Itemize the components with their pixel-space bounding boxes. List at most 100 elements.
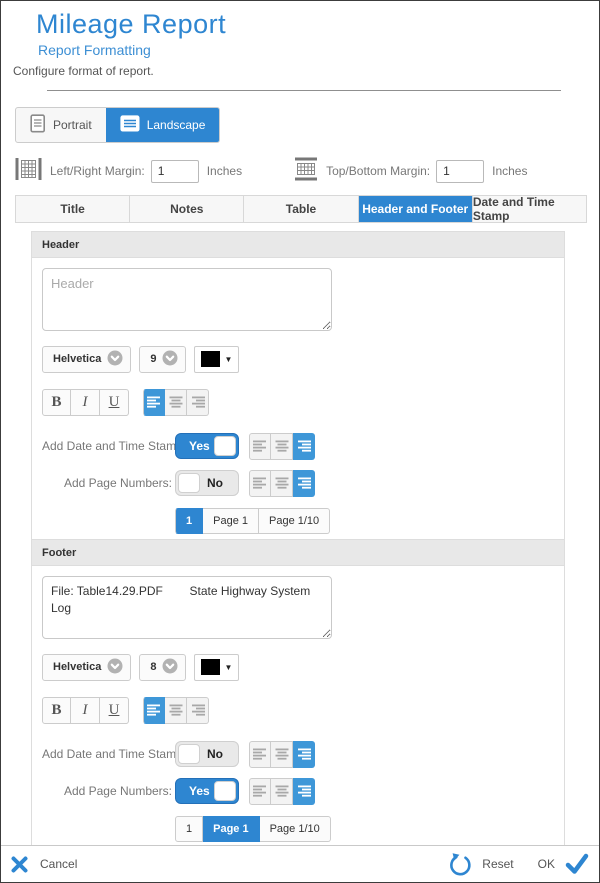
footer-date-stamp-toggle[interactable]: No: [175, 741, 239, 767]
footer-date-stamp-align-left-button[interactable]: [249, 741, 271, 768]
footer-font-size-value: 8: [150, 661, 156, 673]
tab-title[interactable]: Title: [16, 196, 130, 222]
header-align-left-button[interactable]: [143, 389, 165, 416]
landscape-page-icon: [120, 114, 140, 136]
footer-font-family-select[interactable]: Helvetica: [42, 654, 131, 681]
footer-italic-button[interactable]: I: [71, 697, 100, 724]
header-page-numbers-toggle[interactable]: No: [175, 470, 239, 496]
action-bar: Cancel Reset OK: [1, 845, 599, 882]
left-right-margin-label: Left/Right Margin:: [50, 164, 145, 178]
header-align-right-button[interactable]: [187, 389, 209, 416]
tab-date-time-stamp[interactable]: Date and Time Stamp: [473, 196, 586, 222]
footer-page-format-page-n-button[interactable]: Page 1: [203, 816, 259, 842]
header-page-format-group: 1 Page 1 Page 1/10: [175, 508, 554, 534]
toggle-knob: [214, 436, 236, 456]
header-text-input[interactable]: [42, 268, 332, 331]
header-page-numbers-align-right-button[interactable]: [293, 470, 315, 497]
header-font-size-value: 9: [150, 353, 156, 365]
header-font-family-value: Helvetica: [53, 353, 101, 365]
margins-row: Left/Right Margin: Inches Top/Bottom Mar…: [15, 157, 527, 185]
caret-down-icon: ▼: [224, 355, 232, 364]
footer-page-format-group: 1 Page 1 Page 1/10: [175, 816, 554, 842]
left-right-margin-icon: [15, 158, 42, 185]
header-font-family-select[interactable]: Helvetica: [42, 346, 131, 373]
toggle-state-text: No: [207, 747, 223, 761]
footer-page-numbers-align-center-button[interactable]: [271, 778, 293, 805]
toggle-state-text: Yes: [189, 784, 210, 798]
footer-page-numbers-align-left-button[interactable]: [249, 778, 271, 805]
header-date-stamp-label: Add Date and Time Stamp:: [42, 439, 172, 453]
footer-page-numbers-row: Add Page Numbers: Yes: [42, 777, 554, 805]
header-page-format-page-n-button[interactable]: Page 1: [203, 508, 259, 534]
header-page-numbers-row: Add Page Numbers: No: [42, 469, 554, 497]
chevron-down-icon: [107, 658, 123, 677]
footer-section-title: Footer: [32, 540, 564, 566]
ok-check-icon[interactable]: [565, 853, 589, 875]
chevron-down-icon: [107, 350, 123, 369]
footer-page-numbers-label: Add Page Numbers:: [42, 784, 172, 798]
footer-date-stamp-align-center-button[interactable]: [271, 741, 293, 768]
portrait-button[interactable]: Portrait: [16, 108, 106, 142]
header-page-format-number-button[interactable]: 1: [175, 508, 203, 534]
landscape-label: Landscape: [147, 118, 206, 132]
footer-date-stamp-row: Add Date and Time Stamp: No: [42, 740, 554, 768]
top-bottom-margin-label: Top/Bottom Margin:: [326, 164, 430, 178]
footer-font-color-picker[interactable]: ▼: [194, 654, 239, 681]
top-bottom-margin-input[interactable]: [436, 160, 484, 183]
footer-font-row: Helvetica 8 ▼: [42, 653, 554, 681]
header-italic-button[interactable]: I: [71, 389, 100, 416]
tab-header-and-footer[interactable]: Header and Footer: [359, 196, 473, 222]
header-style-row: B I U: [42, 388, 554, 416]
header-date-stamp-align-right-button[interactable]: [293, 433, 315, 460]
page-title: Mileage Report: [36, 9, 226, 40]
header-page-numbers-align-left-button[interactable]: [249, 470, 271, 497]
header-align-center-button[interactable]: [165, 389, 187, 416]
portrait-page-icon: [30, 114, 46, 136]
header-section-panel: Header Helvetica 9 ▼ B: [31, 231, 565, 545]
portrait-label: Portrait: [53, 118, 92, 132]
cancel-button[interactable]: Cancel: [40, 857, 77, 871]
tab-notes[interactable]: Notes: [130, 196, 244, 222]
left-right-margin-input[interactable]: [151, 160, 199, 183]
header-bold-button[interactable]: B: [42, 389, 71, 416]
footer-align-left-button[interactable]: [143, 697, 165, 724]
header-font-size-select[interactable]: 9: [139, 346, 186, 373]
footer-align-right-button[interactable]: [187, 697, 209, 724]
ok-button[interactable]: OK: [538, 857, 555, 871]
chevron-down-icon: [162, 658, 178, 677]
footer-date-stamp-align-right-button[interactable]: [293, 741, 315, 768]
footer-page-format-page-n-of-m-button[interactable]: Page 1/10: [260, 816, 331, 842]
tab-table[interactable]: Table: [244, 196, 358, 222]
header-date-stamp-toggle[interactable]: Yes: [175, 433, 239, 459]
footer-font-size-select[interactable]: 8: [139, 654, 186, 681]
chevron-down-icon: [162, 350, 178, 369]
divider: [47, 90, 561, 91]
cancel-x-icon[interactable]: [11, 856, 28, 873]
header-page-numbers-align-center-button[interactable]: [271, 470, 293, 497]
top-bottom-margin-icon: [294, 157, 318, 186]
header-date-stamp-align-left-button[interactable]: [249, 433, 271, 460]
footer-text-input[interactable]: File: Table14.29.PDF State Highway Syste…: [42, 576, 332, 639]
reset-button[interactable]: Reset: [482, 857, 513, 871]
footer-page-numbers-toggle[interactable]: Yes: [175, 778, 239, 804]
footer-page-format-number-button[interactable]: 1: [175, 816, 203, 842]
header-font-color-picker[interactable]: ▼: [194, 346, 239, 373]
color-swatch: [201, 659, 220, 675]
footer-font-family-value: Helvetica: [53, 661, 101, 673]
left-right-margin-unit: Inches: [207, 164, 242, 178]
header-date-stamp-align-center-button[interactable]: [271, 433, 293, 460]
header-underline-button[interactable]: U: [100, 389, 129, 416]
header-page-format-page-n-of-m-button[interactable]: Page 1/10: [259, 508, 330, 534]
footer-align-center-button[interactable]: [165, 697, 187, 724]
footer-bold-button[interactable]: B: [42, 697, 71, 724]
landscape-button[interactable]: Landscape: [106, 108, 220, 142]
tab-bar: Title Notes Table Header and Footer Date…: [15, 195, 587, 223]
reset-icon[interactable]: [448, 852, 472, 877]
toggle-state-text: Yes: [189, 439, 210, 453]
page-subtitle: Report Formatting: [38, 42, 151, 58]
header-section-title: Header: [32, 232, 564, 258]
footer-page-numbers-align-right-button[interactable]: [293, 778, 315, 805]
footer-date-stamp-label: Add Date and Time Stamp:: [42, 747, 172, 761]
footer-underline-button[interactable]: U: [100, 697, 129, 724]
caret-down-icon: ▼: [224, 663, 232, 672]
